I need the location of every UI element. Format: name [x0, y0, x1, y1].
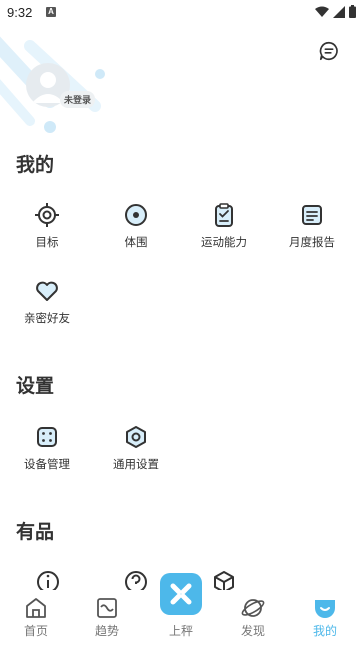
planet-icon [241, 599, 265, 617]
scale-icon [170, 583, 192, 605]
tab-mine[interactable]: 我的 [295, 596, 355, 639]
grid-item-label: 通用设置 [113, 459, 159, 471]
grid-item-monthly-report[interactable]: 月度报告 [272, 202, 352, 250]
tab-label: 我的 [312, 624, 337, 638]
grid-item-label: 设备管理 [24, 459, 70, 471]
section-title-goods: 有品 [16, 522, 55, 543]
tab-label: 首页 [23, 624, 48, 638]
grid-item-body-measure[interactable]: 体围 [96, 202, 176, 250]
profile-icon [315, 600, 335, 618]
status-icons [315, 5, 356, 18]
notification-a-icon: A [46, 7, 56, 17]
section-title-settings: 设置 [16, 376, 55, 397]
tab-label-scale: 上秤 [168, 624, 193, 638]
login-badge[interactable]: 未登录 [60, 91, 96, 108]
status-bar: 9:32 A [0, 0, 362, 26]
wifi-icon [315, 6, 329, 17]
help-icon[interactable] [124, 570, 148, 590]
battery-icon [349, 5, 356, 18]
tab-home[interactable]: 首页 [6, 596, 66, 639]
grid-item-close-friends[interactable]: 亲密好友 [7, 278, 87, 326]
grid-item-label: 亲密好友 [24, 313, 70, 325]
tab-trend[interactable]: 趋势 [77, 596, 137, 639]
tab-label: 趋势 [94, 624, 119, 638]
grid-item-device-management[interactable]: 设备管理 [7, 424, 87, 472]
grid-item-goal[interactable]: 目标 [7, 202, 87, 250]
tab-discover[interactable]: 发现 [223, 596, 283, 639]
grid-item-label: 体围 [124, 237, 148, 249]
signal-icon [333, 5, 345, 18]
tab-label: 发现 [240, 624, 265, 638]
grid-item-label: 运动能力 [201, 237, 247, 249]
trend-icon [97, 598, 117, 618]
box-icon[interactable] [212, 570, 236, 590]
clipboard-icon [215, 203, 233, 227]
grid-item-fitness[interactable]: 运动能力 [184, 202, 264, 250]
device-icon [37, 427, 57, 447]
measure-tape-icon [125, 204, 147, 226]
grid-item-general-settings[interactable]: 通用设置 [96, 424, 176, 472]
report-icon [302, 205, 322, 225]
status-time: 9:32 [7, 5, 33, 20]
target-icon [35, 203, 59, 227]
message-icon[interactable] [318, 40, 340, 62]
grid-item-label: 目标 [35, 237, 59, 249]
heart-icon [36, 281, 58, 301]
grid-item-label: 月度报告 [289, 237, 335, 249]
section-title-mine: 我的 [16, 155, 55, 176]
settings-hex-icon [126, 426, 146, 448]
info-icon[interactable] [36, 570, 60, 590]
scale-button[interactable] [160, 573, 202, 615]
home-icon [26, 598, 46, 618]
